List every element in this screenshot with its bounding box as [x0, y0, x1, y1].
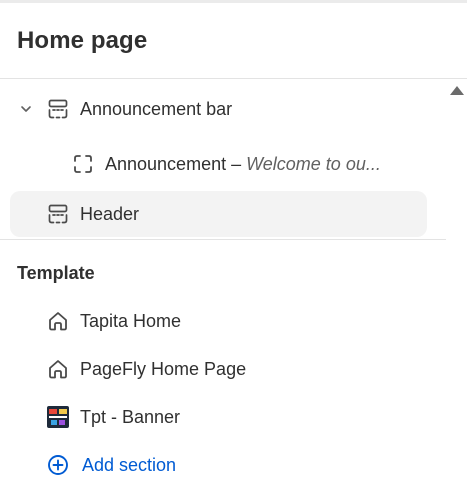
- add-section-button[interactable]: Add section: [46, 443, 246, 487]
- add-section-label: Add section: [82, 454, 177, 475]
- section-pagefly-home-page[interactable]: PageFly Home Page: [46, 347, 426, 391]
- section-label: Tapita Home: [80, 310, 182, 331]
- top-border: [0, 0, 467, 3]
- chevron-down-icon[interactable]: [16, 99, 36, 119]
- section-label: Announcement bar: [80, 98, 233, 119]
- title-divider: [0, 78, 467, 79]
- section-label: Header: [80, 203, 140, 224]
- template-heading: Template: [17, 263, 95, 283]
- banner-thumbnail-icon: [46, 405, 70, 429]
- header-group-divider: [0, 239, 446, 240]
- block-label: Announcement: [105, 153, 227, 174]
- scroll-up-arrow-icon[interactable]: [450, 86, 464, 95]
- home-icon: [46, 357, 70, 381]
- block-separator: –: [226, 153, 247, 174]
- section-announcement-bar[interactable]: Announcement bar: [46, 87, 426, 131]
- block-icon: [71, 152, 95, 176]
- section-tapita-home[interactable]: Tapita Home: [46, 299, 426, 343]
- theme-editor-sidebar: Home page Announcement bar Announcement …: [0, 0, 467, 489]
- section-label: PageFly Home Page: [80, 358, 247, 379]
- home-icon: [46, 309, 70, 333]
- section-layout-icon: [46, 202, 70, 226]
- plus-circle-icon: [46, 453, 70, 477]
- section-layout-icon: [46, 97, 70, 121]
- section-tpt-banner[interactable]: Tpt - Banner: [46, 395, 426, 439]
- block-detail: Welcome to ou...: [246, 153, 381, 174]
- page-title: Home page: [17, 27, 148, 54]
- section-label: Tpt - Banner: [80, 406, 181, 427]
- section-header[interactable]: Header: [46, 192, 426, 236]
- block-announcement[interactable]: Announcement – Welcome to ou...: [71, 142, 431, 186]
